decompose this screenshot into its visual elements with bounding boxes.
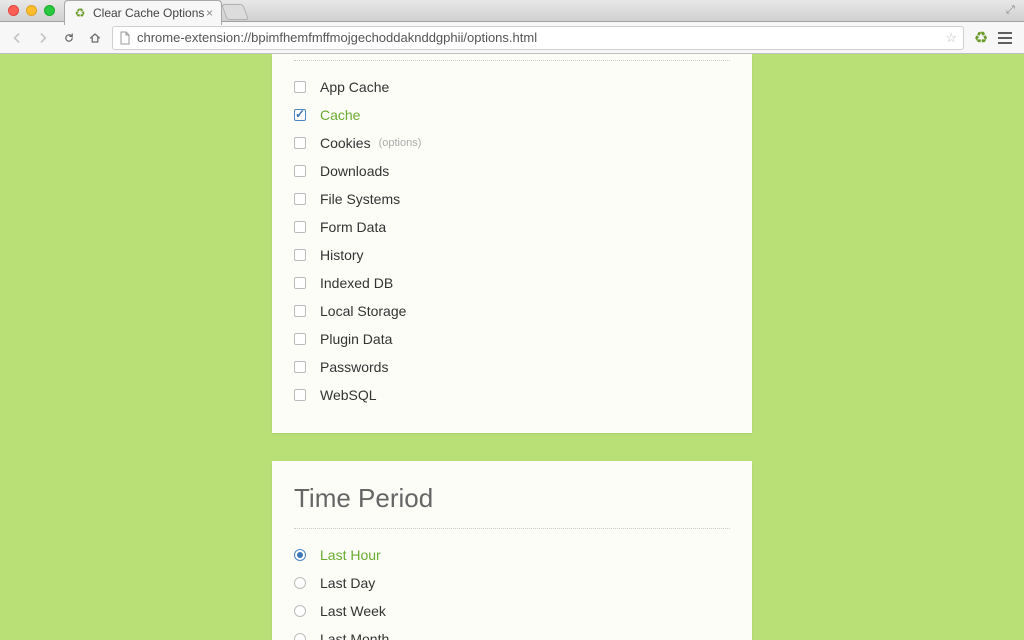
time-item-label[interactable]: Last Week xyxy=(320,603,386,619)
data-item-row: Cache xyxy=(294,101,730,129)
time-period-heading: Time Period xyxy=(294,461,730,528)
data-item-row: File Systems xyxy=(294,185,730,213)
data-item-row: Indexed DB xyxy=(294,269,730,297)
data-item-label[interactable]: Form Data xyxy=(320,219,386,235)
data-item-row: Downloads xyxy=(294,157,730,185)
address-bar[interactable]: chrome-extension://bpimfhemfmffmojgechod… xyxy=(112,26,964,50)
time-item-radio[interactable] xyxy=(294,549,306,561)
time-item-row: Last Hour xyxy=(294,541,730,569)
bookmark-star-icon[interactable]: ☆ xyxy=(945,30,957,46)
time-period-panel: Time Period Last Hour Last Day Last Week La… xyxy=(272,461,752,640)
data-item-label[interactable]: Local Storage xyxy=(320,303,406,319)
data-item-label[interactable]: Cache xyxy=(320,107,360,123)
divider xyxy=(294,60,730,61)
divider xyxy=(294,528,730,529)
data-item-row: Passwords xyxy=(294,353,730,381)
time-item-row: Last Month xyxy=(294,625,730,640)
data-item-checkbox[interactable] xyxy=(294,137,306,149)
zoom-window-button[interactable] xyxy=(44,5,55,16)
time-item-label[interactable]: Last Day xyxy=(320,575,375,591)
data-item-checkbox[interactable] xyxy=(294,277,306,289)
data-item-label[interactable]: History xyxy=(320,247,364,263)
tab-title: Clear Cache Options xyxy=(93,6,206,20)
time-item-label[interactable]: Last Hour xyxy=(320,547,381,563)
back-button[interactable] xyxy=(8,29,26,47)
close-window-button[interactable] xyxy=(8,5,19,16)
data-item-checkbox[interactable] xyxy=(294,81,306,93)
time-item-label[interactable]: Last Month xyxy=(320,631,389,640)
page-viewport: App Cache Cache Cookies (options) Downloads F… xyxy=(0,54,1024,640)
extension-recycle-icon[interactable]: ♻ xyxy=(972,29,990,47)
data-item-checkbox[interactable] xyxy=(294,221,306,233)
fullscreen-icon[interactable]: ⤢ xyxy=(1006,4,1018,16)
data-item-row: App Cache xyxy=(294,73,730,101)
data-item-row: WebSQL xyxy=(294,381,730,409)
time-item-radio[interactable] xyxy=(294,605,306,617)
window-controls xyxy=(8,5,55,16)
data-item-label[interactable]: Downloads xyxy=(320,163,389,179)
reload-button[interactable] xyxy=(60,29,78,47)
data-item-label[interactable]: App Cache xyxy=(320,79,389,95)
time-item-row: Last Day xyxy=(294,569,730,597)
minimize-window-button[interactable] xyxy=(26,5,37,16)
data-item-checkbox[interactable] xyxy=(294,305,306,317)
time-item-radio[interactable] xyxy=(294,633,306,640)
close-tab-icon[interactable]: × xyxy=(206,6,213,20)
data-to-remove-panel: App Cache Cache Cookies (options) Downloads F… xyxy=(272,54,752,433)
data-item-row: History xyxy=(294,241,730,269)
data-item-row: Local Storage xyxy=(294,297,730,325)
data-item-checkbox[interactable] xyxy=(294,361,306,373)
chrome-menu-icon[interactable] xyxy=(998,29,1016,47)
data-item-label[interactable]: WebSQL xyxy=(320,387,377,403)
browser-tab[interactable]: ♻ Clear Cache Options × xyxy=(64,0,222,25)
url-text: chrome-extension://bpimfhemfmffmojgechod… xyxy=(137,30,945,45)
browser-toolbar: chrome-extension://bpimfhemfmffmojgechod… xyxy=(0,22,1024,54)
data-item-label[interactable]: Passwords xyxy=(320,359,388,375)
cookies-options-link[interactable]: (options) xyxy=(379,137,422,149)
data-item-checkbox[interactable] xyxy=(294,333,306,345)
data-item-label[interactable]: File Systems xyxy=(320,191,400,207)
recycle-icon: ♻ xyxy=(73,6,87,20)
data-item-checkbox[interactable] xyxy=(294,165,306,177)
data-item-row: Plugin Data xyxy=(294,325,730,353)
data-item-row: Form Data xyxy=(294,213,730,241)
time-item-row: Last Week xyxy=(294,597,730,625)
data-item-label[interactable]: Indexed DB xyxy=(320,275,393,291)
data-item-checkbox[interactable] xyxy=(294,249,306,261)
data-item-checkbox[interactable] xyxy=(294,389,306,401)
page-icon xyxy=(119,31,131,45)
data-item-label[interactable]: Cookies xyxy=(320,135,371,151)
data-item-checkbox[interactable] xyxy=(294,193,306,205)
data-item-row: Cookies (options) xyxy=(294,129,730,157)
home-button[interactable] xyxy=(86,29,104,47)
data-item-label[interactable]: Plugin Data xyxy=(320,331,392,347)
time-item-radio[interactable] xyxy=(294,577,306,589)
forward-button[interactable] xyxy=(34,29,52,47)
data-item-checkbox[interactable] xyxy=(294,109,306,121)
